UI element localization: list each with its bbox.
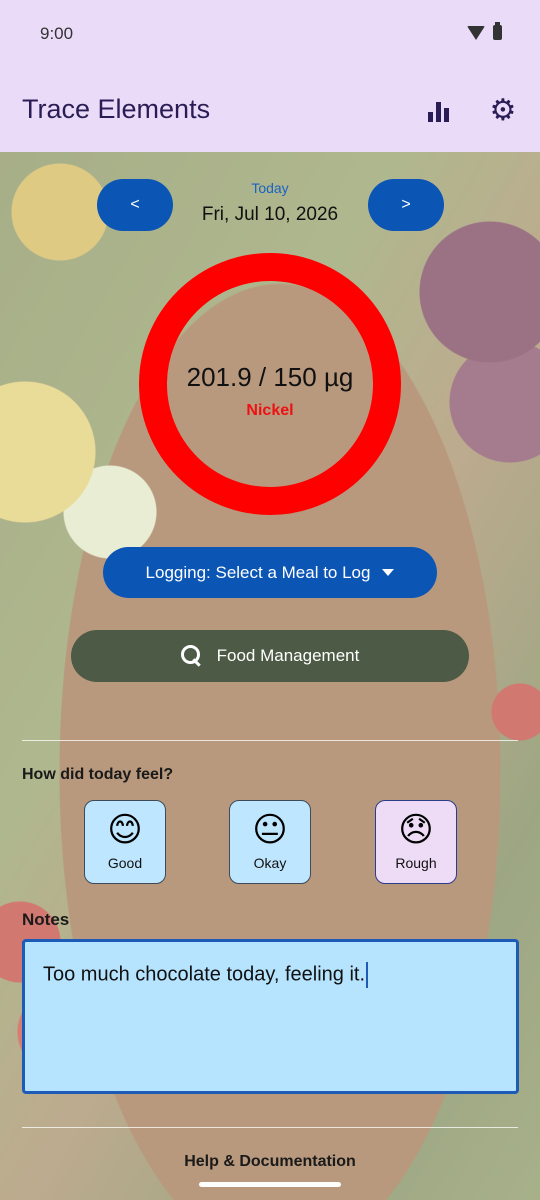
divider [22,740,518,741]
divider [22,1127,518,1128]
food-management-button[interactable]: Food Management [71,630,469,682]
bar-chart-icon[interactable] [428,100,452,122]
mood-option-rough[interactable]: 😞 Rough [375,800,457,884]
logging-button-label: Logging: Select a Meal to Log [145,562,371,582]
mood-question: How did today feel? [22,766,174,783]
mood-option-good[interactable]: 😊 Good [84,800,166,884]
mood-label: Okay [253,855,287,871]
gear-icon[interactable]: ⚙ [488,96,518,126]
mood-label: Rough [395,855,437,871]
disappointed-face-icon: 😞 [398,811,434,849]
element-name: Nickel [246,402,294,419]
notes-label: Notes [22,910,70,929]
mood-label: Good [107,855,143,871]
gesture-nav-handle[interactable] [199,1182,341,1187]
today-label: Today [251,180,289,196]
battery-icon [493,22,502,40]
app-title: Trace Elements [22,94,211,124]
notes-input[interactable]: Too much chocolate today, feeling it. [22,939,519,1094]
status-icons [467,22,502,40]
mood-option-okay[interactable]: 😐 Okay [229,800,311,884]
next-day-button[interactable]: > [368,179,444,231]
help-documentation-link[interactable]: Help & Documentation [0,1153,540,1171]
caret-down-icon [382,569,395,576]
app-bar: Trace Elements ⚙ [0,68,540,152]
logging-meal-select-button[interactable]: Logging: Select a Meal to Log [103,547,437,598]
notes-text: Too much chocolate today, feeling it. [43,963,366,986]
neutral-face-icon: 😐 [252,811,288,849]
current-date: Fri, Jul 10, 2026 [201,204,339,225]
wifi-icon [467,25,485,40]
text-cursor [366,962,369,988]
status-time: 9:00 [40,24,74,43]
food-management-label: Food Management [216,646,360,665]
status-bar: 9:00 [0,0,540,68]
search-icon [180,645,203,667]
intake-value: 201.9 / 150 µg [186,362,354,392]
smiling-face-icon: 😊 [107,811,143,849]
